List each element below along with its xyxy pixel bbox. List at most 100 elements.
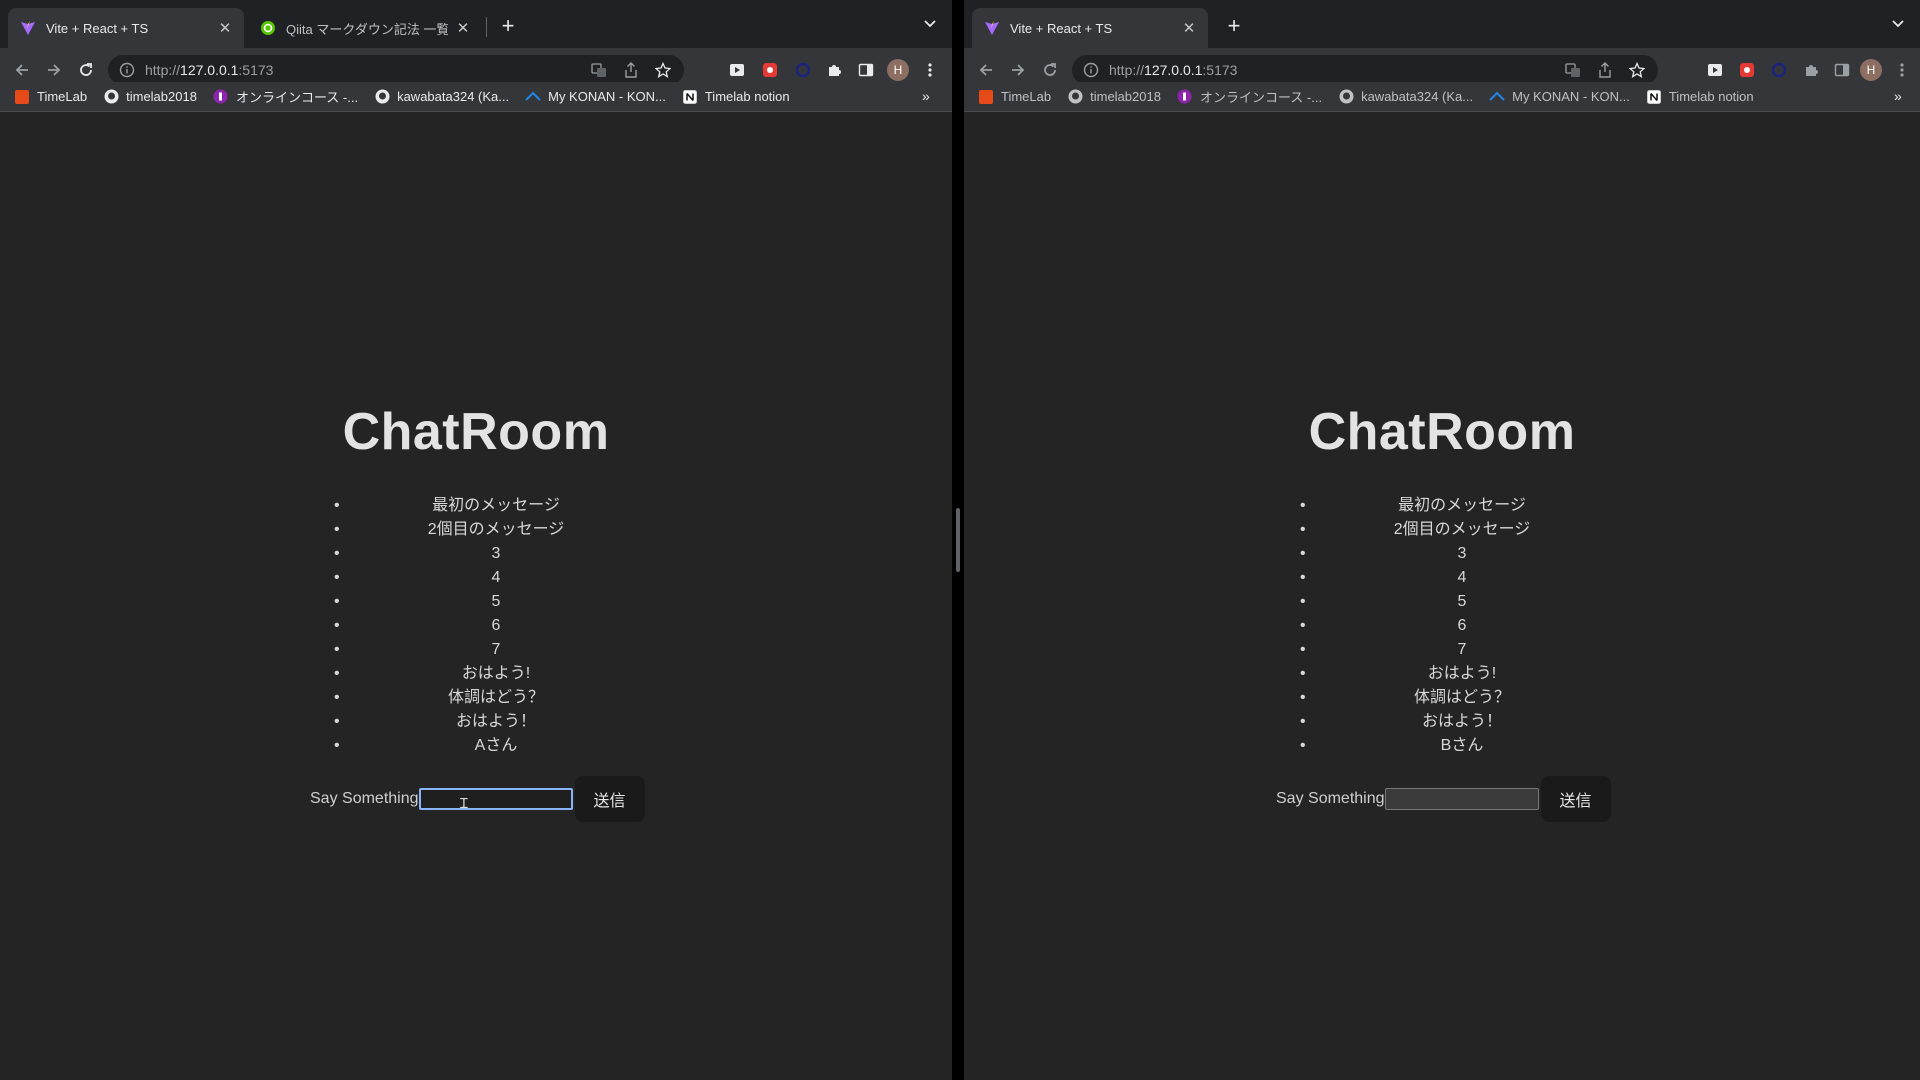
message-input[interactable] (418, 788, 573, 810)
bookmark-timelab-notion[interactable]: Timelab notion (1646, 89, 1754, 105)
bookmark-timelab[interactable]: TimeLab (978, 89, 1051, 105)
kebab-menu-icon[interactable] (1892, 60, 1912, 80)
message-item: 2個目のメッセージ (1300, 518, 1598, 542)
forward-icon[interactable] (1004, 56, 1032, 84)
url-scheme: http:// (145, 62, 181, 78)
chevron-down-icon[interactable] (918, 12, 942, 36)
send-button[interactable]: 送信 (1540, 776, 1611, 822)
new-tab-button[interactable]: + (1220, 12, 1248, 40)
bookmark-label: TimeLab (37, 89, 88, 104)
reload-icon[interactable] (1036, 56, 1064, 84)
konan-icon (525, 89, 541, 105)
message-item: 2個目のメッセージ (334, 518, 632, 542)
back-icon[interactable] (8, 56, 36, 84)
message-form: Say Something 送信 (1276, 776, 1611, 822)
bookmark-my-konan[interactable]: My KONAN - KON... (525, 89, 666, 105)
bookmark-label: My KONAN - KON... (1512, 89, 1630, 104)
tab-title: Vite + React + TS (1010, 20, 1113, 36)
tab-vite[interactable]: Vite + React + TS ✕ (972, 8, 1208, 48)
timelab-icon (14, 89, 30, 105)
bookmark-online-course[interactable]: オンラインコース -... (1177, 87, 1322, 106)
github-icon (1338, 89, 1354, 105)
extension-red-icon[interactable] (760, 60, 780, 80)
bookmark-kawabata324[interactable]: kawabata324 (Ka... (1338, 89, 1473, 105)
forward-icon[interactable] (40, 56, 68, 84)
side-panel-icon[interactable] (856, 60, 876, 80)
bookmark-kawabata324[interactable]: kawabata324 (Ka... (374, 89, 509, 105)
vite-icon (984, 20, 1000, 36)
extension-red-icon[interactable] (1737, 60, 1757, 80)
message-list: 最初のメッセージ2個目のメッセージ34567おはよう!体調はどう？おはよう！Bさ… (1300, 494, 1598, 758)
reload-icon[interactable] (72, 56, 100, 84)
url-port: :5173 (238, 62, 274, 78)
page-title: ChatRoom (342, 403, 610, 461)
address-bar[interactable]: http://127.0.0.1:5173 (108, 55, 684, 85)
tab-strip: Vite + React + TS ✕ Qiita マークダウン記法 一覧表・チ… (0, 0, 952, 48)
course-icon (1177, 89, 1193, 105)
close-icon[interactable]: ✕ (1180, 19, 1198, 37)
avatar[interactable]: H (887, 59, 909, 81)
message-item: おはよう！ (1300, 710, 1598, 734)
message-input[interactable] (1384, 788, 1539, 810)
puzzle-icon[interactable] (824, 60, 844, 80)
bookmarks-overflow-icon[interactable]: » (922, 88, 930, 104)
send-button[interactable]: 送信 (574, 776, 645, 822)
bookmark-timelab2018[interactable]: timelab2018 (1067, 89, 1161, 105)
bookmark-star-icon[interactable] (654, 61, 672, 79)
message-item: 3 (1300, 542, 1598, 566)
share-icon[interactable] (622, 61, 640, 79)
tab-separator (486, 17, 487, 37)
translate-icon[interactable] (1564, 61, 1582, 79)
info-icon[interactable] (119, 62, 135, 78)
vite-icon (20, 20, 36, 36)
bookmark-label: kawabata324 (Ka... (397, 89, 510, 104)
message-item: 5 (334, 590, 632, 614)
bookmark-timelab2018[interactable]: timelab2018 (103, 89, 197, 105)
tab-vite[interactable]: Vite + React + TS ✕ (8, 8, 244, 48)
message-item: 5 (1300, 590, 1598, 614)
back-icon[interactable] (972, 56, 1000, 84)
puzzle-icon[interactable] (1801, 60, 1821, 80)
github-icon (1067, 89, 1083, 105)
resize-grip[interactable] (956, 508, 960, 572)
bookmark-online-course[interactable]: オンラインコース -... (213, 87, 358, 106)
share-icon[interactable] (1596, 61, 1614, 79)
github-icon (374, 89, 390, 105)
address-bar[interactable]: http://127.0.0.1:5173 (1072, 55, 1658, 85)
info-icon[interactable] (1083, 62, 1099, 78)
bookmark-timelab-notion[interactable]: Timelab notion (682, 89, 790, 105)
message-item: おはよう！ (334, 710, 632, 734)
translate-icon[interactable] (590, 61, 608, 79)
side-panel-icon[interactable] (1832, 60, 1852, 80)
bookmark-my-konan[interactable]: My KONAN - KON... (1489, 89, 1630, 105)
url-host: 127.0.0.1 (180, 62, 239, 78)
tab-qiita[interactable]: Qiita マークダウン記法 一覧表・チ ✕ (248, 8, 482, 48)
browser-window-left: Vite + React + TS ✕ Qiita マークダウン記法 一覧表・チ… (0, 0, 952, 1080)
message-item: おはよう! (334, 662, 632, 686)
bookmarks-bar: TimeLab timelab2018 オンラインコース -... kawaba… (0, 82, 952, 112)
bookmarks-overflow-icon[interactable]: » (1894, 88, 1902, 104)
bookmark-label: オンラインコース -... (1199, 90, 1323, 105)
extension-blue-icon[interactable] (1769, 60, 1789, 80)
url-port: :5173 (1202, 62, 1238, 78)
close-icon[interactable]: ✕ (216, 19, 234, 37)
message-item: 6 (1300, 614, 1598, 638)
avatar[interactable]: H (1860, 59, 1882, 81)
message-item: 4 (1300, 566, 1598, 590)
extension-screencast-icon[interactable] (727, 60, 747, 80)
timelab-icon (978, 89, 994, 105)
bookmark-timelab[interactable]: TimeLab (14, 89, 87, 105)
tab-title: Vite + React + TS (46, 20, 149, 36)
close-icon[interactable]: ✕ (454, 19, 472, 37)
kebab-menu-icon[interactable] (920, 60, 940, 80)
new-tab-button[interactable]: + (494, 12, 522, 40)
extension-blue-icon[interactable] (793, 60, 813, 80)
bookmark-label: timelab2018 (1090, 89, 1161, 104)
message-item: 4 (334, 566, 632, 590)
page-content: ChatRoom 最初のメッセージ2個目のメッセージ34567おはよう!体調はど… (964, 112, 1920, 1080)
extension-screencast-icon[interactable] (1705, 60, 1725, 80)
window-divider[interactable] (952, 0, 964, 1080)
bookmark-star-icon[interactable] (1628, 61, 1646, 79)
message-item: 最初のメッセージ (1300, 494, 1598, 518)
chevron-down-icon[interactable] (1886, 12, 1910, 36)
